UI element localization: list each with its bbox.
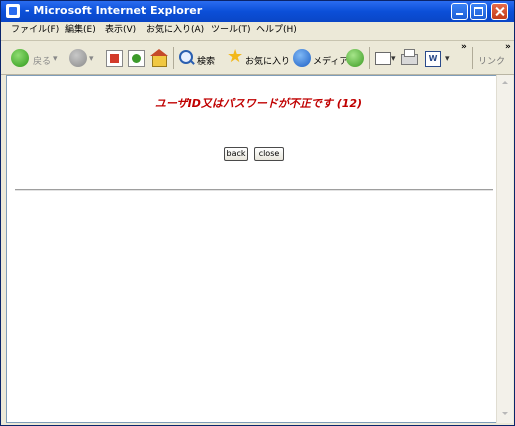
back-toolbar-button[interactable]: 戻る ▾ [11, 46, 63, 70]
scroll-up-arrow-icon[interactable] [499, 76, 511, 89]
forward-dropdown-icon[interactable]: ▾ [89, 54, 94, 64]
favorites-toolbar-button[interactable]: ★ お気に入り [227, 46, 291, 70]
stop-icon [106, 50, 123, 67]
scroll-down-arrow-icon[interactable] [499, 407, 511, 420]
toolbar-separator [369, 47, 370, 69]
error-message: ユーザID又はパスワードが不正です (12) [154, 97, 363, 110]
mail-button[interactable]: ▾ [373, 46, 399, 70]
menu-edit[interactable]: 編集(E) [65, 24, 96, 37]
standard-toolbar: 戻る ▾ ▾ 検索 ★ お気に入り メディア ▾ W ▾ » リンク » [1, 41, 514, 75]
close-window-button[interactable] [491, 3, 508, 20]
media-toolbar-label: メディア [313, 57, 349, 67]
media-toolbar-button[interactable]: メディア [293, 46, 348, 70]
vertical-scrollbar[interactable] [496, 75, 513, 423]
back-toolbar-label: 戻る [33, 57, 52, 67]
minimize-button[interactable] [451, 3, 468, 20]
browser-window: - Microsoft Internet Explorer ファイル(F) 編集… [0, 0, 515, 426]
menu-favorites[interactable]: お気に入り(A) [146, 24, 204, 37]
mail-icon [375, 52, 391, 65]
links-label[interactable]: リンク [478, 54, 505, 67]
favorites-star-icon: ★ [227, 46, 244, 67]
menu-help[interactable]: ヘルプ(H) [256, 24, 297, 37]
refresh-icon [128, 50, 145, 67]
menu-file[interactable]: ファイル(F) [11, 24, 59, 37]
home-button[interactable] [149, 46, 169, 70]
toolbar-separator [472, 47, 473, 69]
ie-window-icon[interactable] [6, 4, 20, 18]
back-button[interactable]: back [224, 147, 248, 161]
print-button[interactable] [399, 46, 419, 70]
forward-arrow-icon [69, 49, 87, 67]
toolbar-separator [173, 47, 174, 69]
forward-toolbar-button[interactable]: ▾ [69, 46, 97, 70]
history-icon [346, 49, 364, 67]
title-bar[interactable]: - Microsoft Internet Explorer [1, 1, 514, 22]
page-viewport [6, 75, 498, 423]
menu-bar: ファイル(F) 編集(E) 表示(V) お気に入り(A) ツール(T) ヘルプ(… [1, 22, 514, 57]
back-arrow-icon [11, 49, 29, 67]
mail-dropdown-icon[interactable]: ▾ [391, 54, 396, 64]
horizontal-rule [15, 189, 493, 191]
menu-view[interactable]: 表示(V) [105, 24, 136, 37]
edit-dropdown-icon[interactable]: ▾ [445, 54, 450, 64]
back-dropdown-icon[interactable]: ▾ [53, 54, 58, 64]
window-title: - Microsoft Internet Explorer [25, 4, 203, 17]
word-edit-icon: W [425, 51, 441, 67]
media-icon [293, 49, 311, 67]
refresh-button[interactable] [127, 46, 145, 70]
menu-tools[interactable]: ツール(T) [211, 24, 251, 37]
links-overflow-button[interactable]: » [505, 42, 511, 52]
close-button[interactable]: close [254, 147, 284, 161]
search-toolbar-label: 検索 [197, 57, 216, 67]
toolbar-overflow-button[interactable]: » [461, 42, 467, 52]
history-button[interactable] [345, 46, 365, 70]
favorites-toolbar-label: お気に入り [245, 57, 291, 67]
stop-button[interactable] [105, 46, 123, 70]
maximize-button[interactable] [470, 3, 487, 20]
home-icon [152, 55, 167, 67]
edit-button[interactable]: W ▾ [423, 46, 453, 70]
search-toolbar-button[interactable]: 検索 [177, 46, 223, 70]
